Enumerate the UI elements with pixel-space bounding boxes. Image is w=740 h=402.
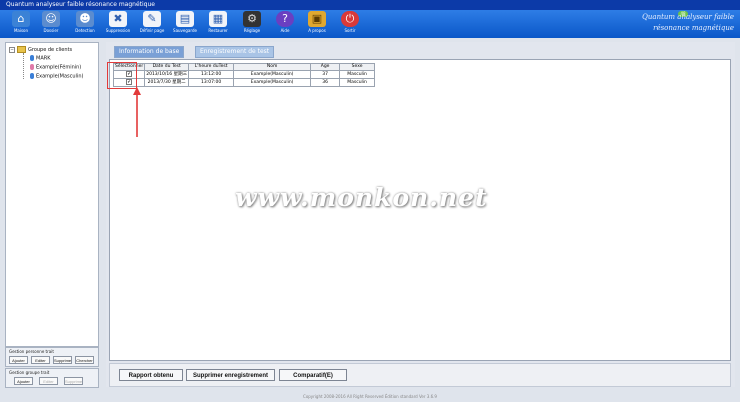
edit-group-button[interactable]: Editer xyxy=(39,377,58,385)
compare-button[interactable]: Comparatif(E) xyxy=(279,369,347,381)
column-header[interactable]: Date du Test xyxy=(144,63,190,71)
toolbar-settings-button[interactable]: ⚙ Réglage xyxy=(235,11,269,37)
action-bar: Rapport obtenu Supprimer enregistrement … xyxy=(109,363,731,387)
toolbar-exit-button[interactable]: ⏻ Sortir xyxy=(333,11,367,37)
delete-group-button[interactable]: Supprimer xyxy=(64,377,83,385)
tree-line xyxy=(23,53,24,79)
tree-client-feminin[interactable]: Example(Féminin) xyxy=(30,64,81,71)
main-panel: Information de base Enregistrement de te… xyxy=(106,42,735,387)
toolbar-about-button[interactable]: ▣ A propos xyxy=(300,11,334,37)
test-records-table: Sélectionner Date du Test L'heure duTest… xyxy=(112,63,376,87)
house-icon: ⌂ xyxy=(12,11,30,27)
toolbar-delete-button[interactable]: ✖ Suppression xyxy=(101,11,135,37)
tab-enregistrement-de-test[interactable]: Enregistrement de test xyxy=(195,46,275,58)
save-icon: ▤ xyxy=(176,11,194,27)
date-cell: 2013/7/30 星期二 xyxy=(144,78,190,87)
client-tree: − Groupe de clients MARK Example(Féminin)… xyxy=(5,42,99,347)
male-icon xyxy=(30,73,34,79)
person-icon: ☺ xyxy=(42,11,60,27)
power-icon: ⏻ xyxy=(341,11,359,27)
page-setup-icon: ✎ xyxy=(143,11,161,27)
watermark: www.monkon.net xyxy=(235,183,488,212)
settings-icon: ⚙ xyxy=(243,11,261,27)
toolbar-home-button[interactable]: ⌂ Maison xyxy=(4,11,38,37)
group-management-group: Gestion groupe trait Ajouter Editer Supp… xyxy=(5,368,99,388)
folder-icon xyxy=(17,46,26,53)
search-person-button[interactable]: Chercher xyxy=(75,356,94,364)
app-window: Quantum analyseur faible résonance magné… xyxy=(0,0,740,402)
toolbar-page-setup-button[interactable]: ✎ Définir page xyxy=(135,11,169,37)
female-icon xyxy=(30,64,34,70)
tab-information-de-base[interactable]: Information de base xyxy=(114,46,185,58)
person-management-group: Gestion personne trait Ajouter Editer Su… xyxy=(5,347,99,367)
person-detect-icon: ☻ xyxy=(76,11,94,27)
toolbar-save-button[interactable]: ▤ Sauvegarde xyxy=(168,11,202,37)
age-cell: 37 xyxy=(310,70,341,79)
column-header[interactable]: Age xyxy=(310,63,341,71)
edit-person-button[interactable]: Editer xyxy=(31,356,50,364)
tree-client-masculin[interactable]: Example(Masculin) xyxy=(30,73,83,80)
brand-title: Quantum analyseur faible résonance magné… xyxy=(642,13,734,32)
trash-icon: ✖ xyxy=(109,11,127,27)
collapse-icon[interactable]: − xyxy=(9,46,15,53)
delete-person-button[interactable]: Supprimer xyxy=(53,356,72,364)
sex-cell: Masculin xyxy=(339,78,376,87)
toolbar-restore-button[interactable]: ▦ Restaurer xyxy=(201,11,235,37)
name-cell: Example(Masculin) xyxy=(233,70,312,79)
about-icon: ▣ xyxy=(308,11,326,27)
column-header[interactable]: Sexe xyxy=(339,63,376,71)
table-row[interactable]: ✔ 2013/10/16 星期三 13:12:00 Example(Mascul… xyxy=(112,70,376,79)
tree-client-mark[interactable]: MARK xyxy=(30,55,51,62)
add-person-button[interactable]: Ajouter xyxy=(9,356,28,364)
toolbar-dossier-button[interactable]: ☺ Dossier xyxy=(34,11,68,37)
column-header[interactable]: L'heure duTest xyxy=(188,63,235,71)
footer-copyright: Copyright 2008-2016 All Right Reserved É… xyxy=(303,394,437,399)
table-row[interactable]: ✔ 2013/7/30 星期二 13:07:00 Example(Masculi… xyxy=(112,78,376,87)
time-cell: 13:07:00 xyxy=(188,78,235,87)
annotation-arrow-icon xyxy=(133,87,141,137)
date-cell: 2013/10/16 星期三 xyxy=(144,70,190,79)
table-header-row: Sélectionner Date du Test L'heure duTest… xyxy=(112,63,376,71)
toolbar-detection-button[interactable]: ☻ Detection xyxy=(68,11,102,37)
tree-root[interactable]: − Groupe de clients xyxy=(9,46,72,53)
report-button[interactable]: Rapport obtenu xyxy=(119,369,183,381)
title-bar: Quantum analyseur faible résonance magné… xyxy=(0,0,740,10)
selection-highlight-box xyxy=(107,62,137,89)
restore-icon: ▦ xyxy=(209,11,227,27)
add-group-button[interactable]: Ajouter xyxy=(14,377,33,385)
column-header[interactable]: Nom xyxy=(233,63,312,71)
help-icon: ? xyxy=(276,11,294,27)
toolbar-help-button[interactable]: ? Aide xyxy=(268,11,302,37)
age-cell: 36 xyxy=(310,78,341,87)
sex-cell: Masculin xyxy=(339,70,376,79)
male-icon xyxy=(30,55,34,61)
name-cell: Example(Masculin) xyxy=(233,78,312,87)
time-cell: 13:12:00 xyxy=(188,70,235,79)
delete-record-button[interactable]: Supprimer enregistrement xyxy=(186,369,275,381)
